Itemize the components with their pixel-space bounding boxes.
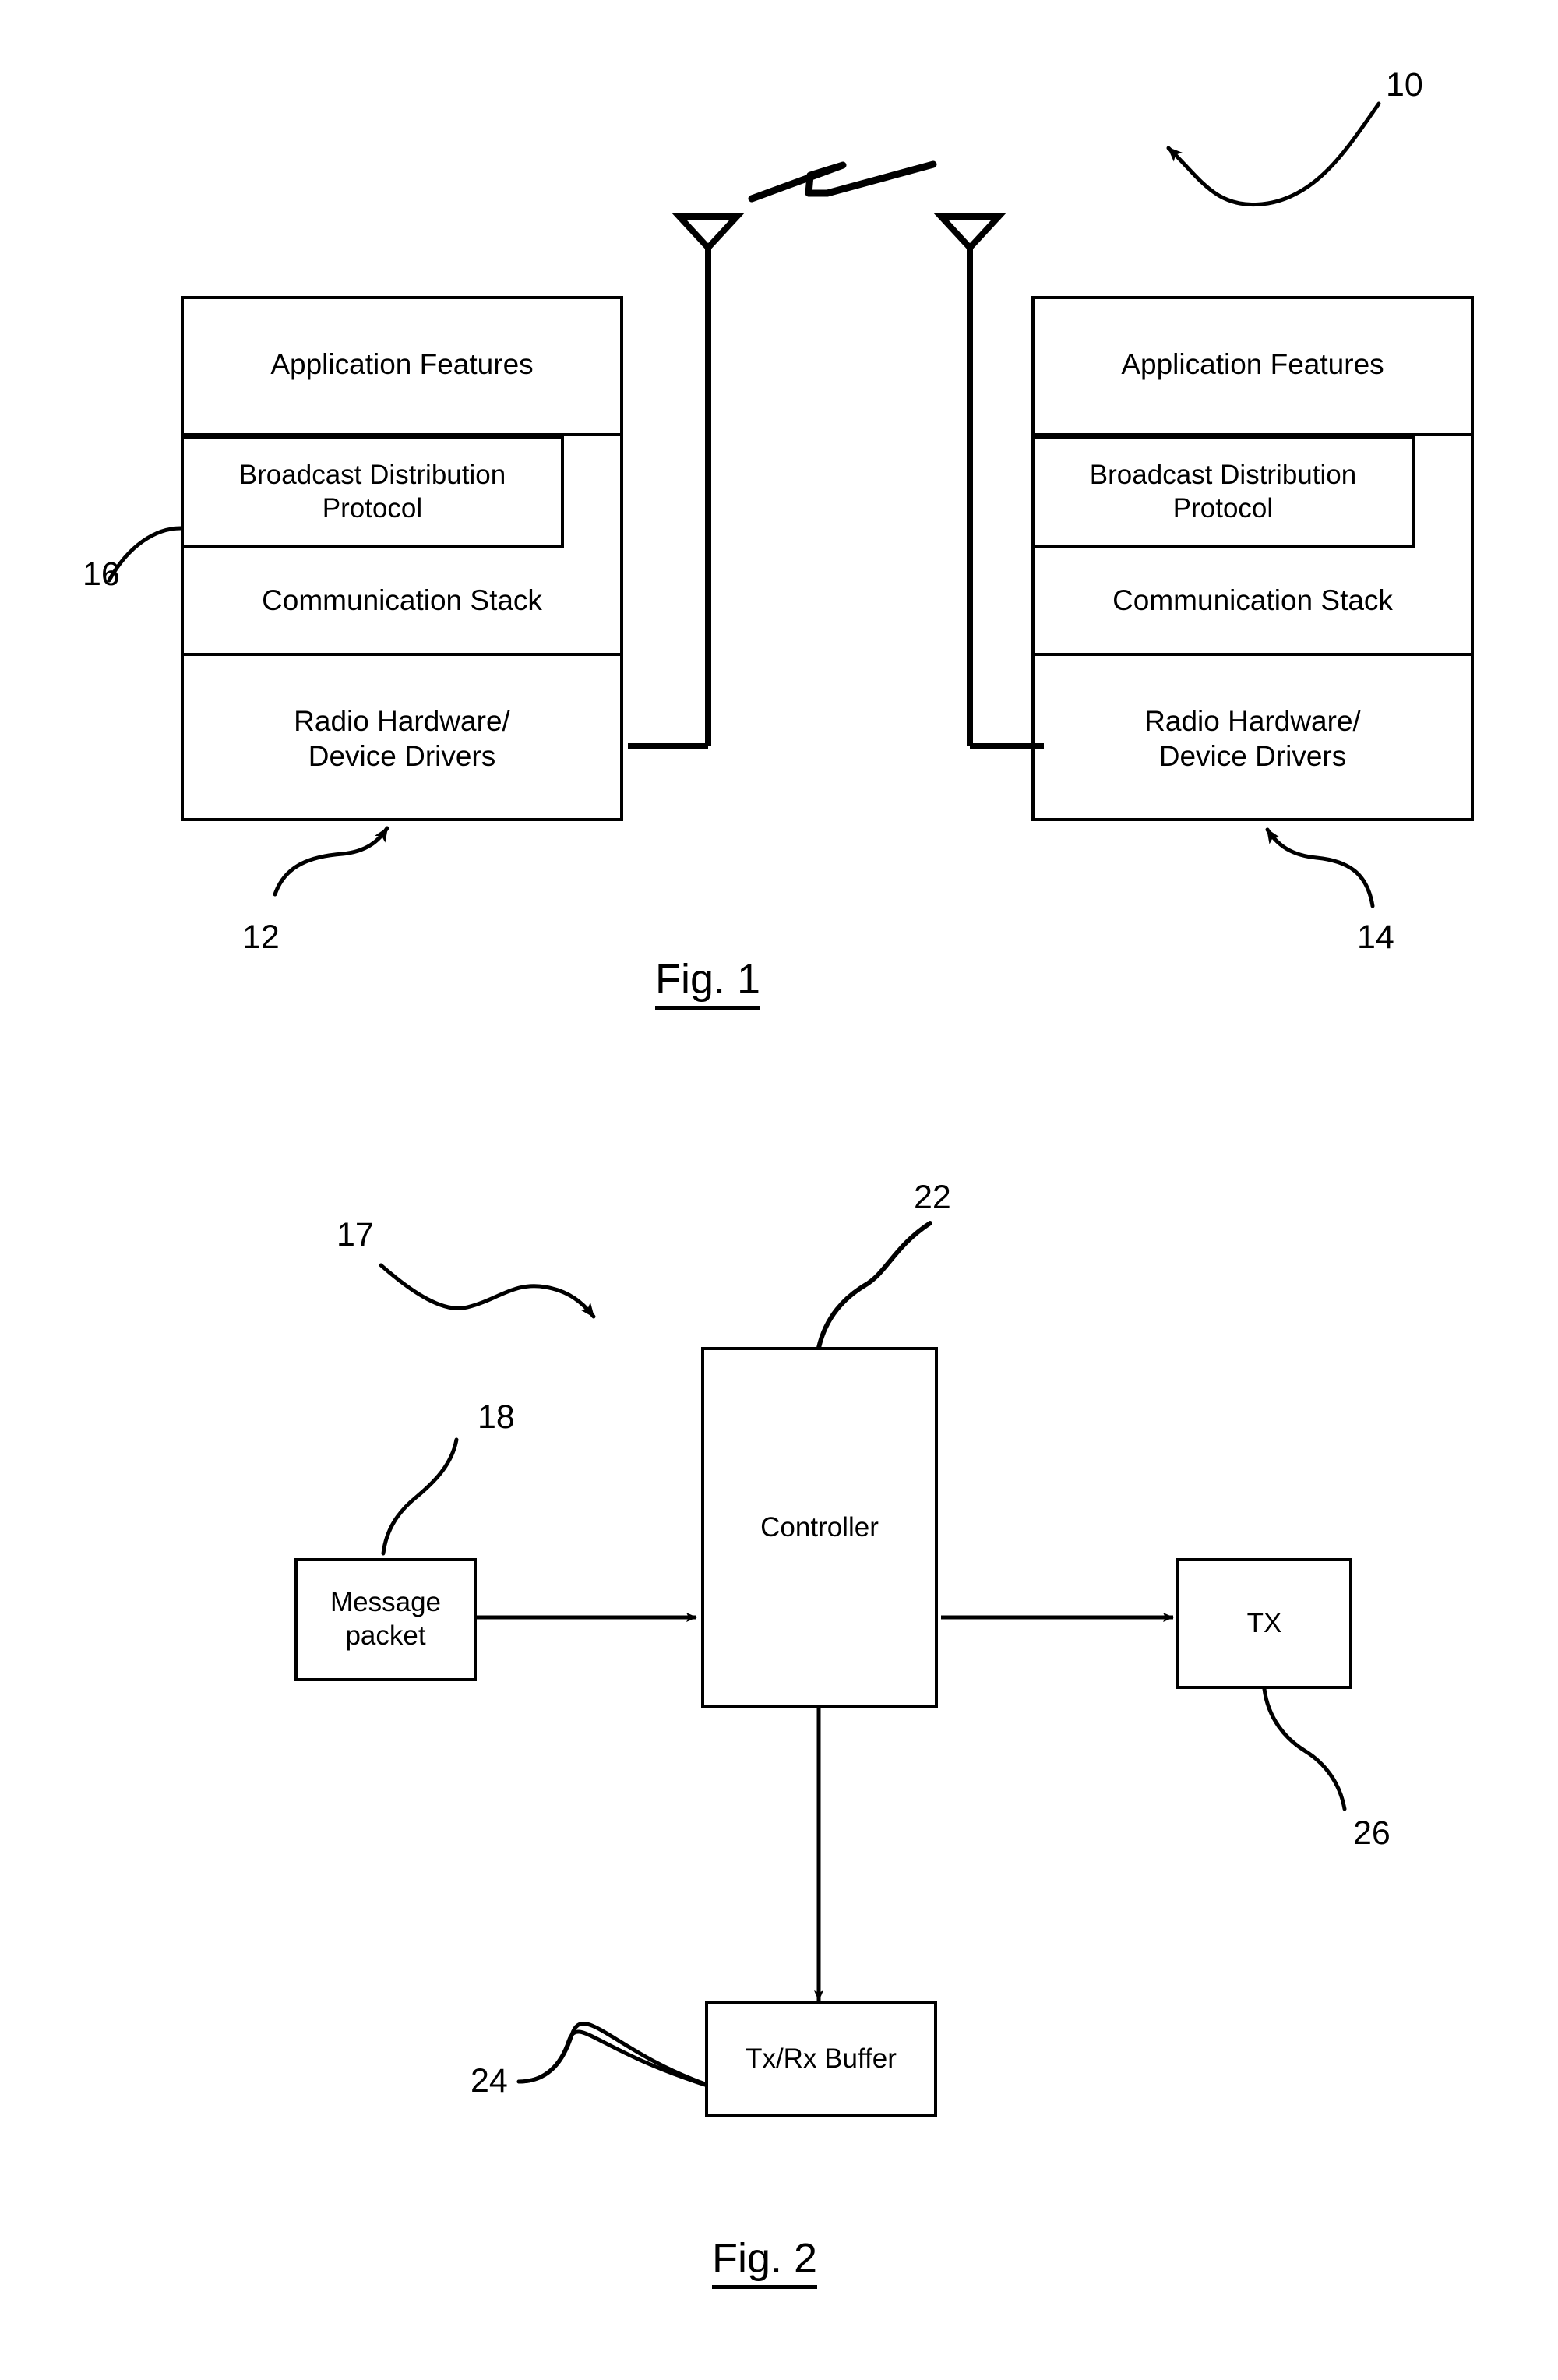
right-layer-radio-hardware-device-drivers: Radio Hardware/ Device Drivers [1031, 656, 1474, 821]
ref-numeral-18: 18 [478, 1398, 515, 1436]
message-packet-block: Message packet [294, 1558, 477, 1681]
left-layer-bdp-label: Broadcast Distribution Protocol [238, 460, 506, 524]
right-layer-application-features: Application Features [1031, 296, 1474, 436]
tx-rx-buffer-block: Tx/Rx Buffer [705, 2001, 937, 2117]
left-layer-broadcast-distribution-protocol: Broadcast Distribution Protocol [181, 436, 564, 548]
ref-numeral-26: 26 [1353, 1814, 1391, 1852]
ref-leader-24 [516, 2022, 707, 2087]
ref-numeral-22: 22 [914, 1179, 951, 1216]
ref-leader-18 [381, 1437, 459, 1556]
ref-numeral-24: 24 [471, 2062, 508, 2100]
figure-1-caption: Fig. 1 [655, 958, 761, 1010]
ref-numeral-14: 14 [1357, 919, 1394, 956]
ref-numeral-16: 16 [83, 555, 120, 593]
message-packet-label: Message packet [330, 1587, 442, 1651]
ref-leader-26 [1262, 1687, 1347, 1811]
ref-numeral-12: 12 [242, 919, 280, 956]
rf-lightning-icon [748, 160, 937, 203]
left-layer-communication-stack: Communication Stack [181, 548, 623, 656]
right-layer-broadcast-distribution-protocol: Broadcast Distribution Protocol [1031, 436, 1415, 548]
left-layer-radio-hardware-device-drivers: Radio Hardware/ Device Drivers [181, 656, 623, 821]
tx-block: TX [1176, 1558, 1352, 1689]
ref-leader-14 [1265, 827, 1375, 908]
right-layer-communication-stack: Communication Stack [1031, 548, 1474, 656]
controller-block: Controller [701, 1347, 938, 1708]
left-layer-application-features: Application Features [181, 296, 623, 436]
right-antenna-icon [933, 213, 1044, 749]
right-layer-radio-label: Radio Hardware/ Device Drivers [1144, 704, 1361, 772]
left-layer-radio-label: Radio Hardware/ Device Drivers [294, 704, 510, 772]
left-antenna-icon [628, 213, 745, 749]
ref-leader-12 [273, 826, 390, 897]
system-ref-leader-10 [1166, 101, 1381, 207]
right-layer-bdp-label: Broadcast Distribution Protocol [1089, 460, 1357, 524]
ref-numeral-10: 10 [1386, 66, 1423, 104]
patent-drawing-sheet: Application Features Broadcast Distribut… [0, 0, 1558, 2380]
figure-2-caption: Fig. 2 [712, 2237, 818, 2289]
ref-numeral-17: 17 [337, 1216, 374, 1253]
ref-leader-22 [816, 1221, 932, 1350]
system-ref-leader-17 [379, 1263, 596, 1319]
